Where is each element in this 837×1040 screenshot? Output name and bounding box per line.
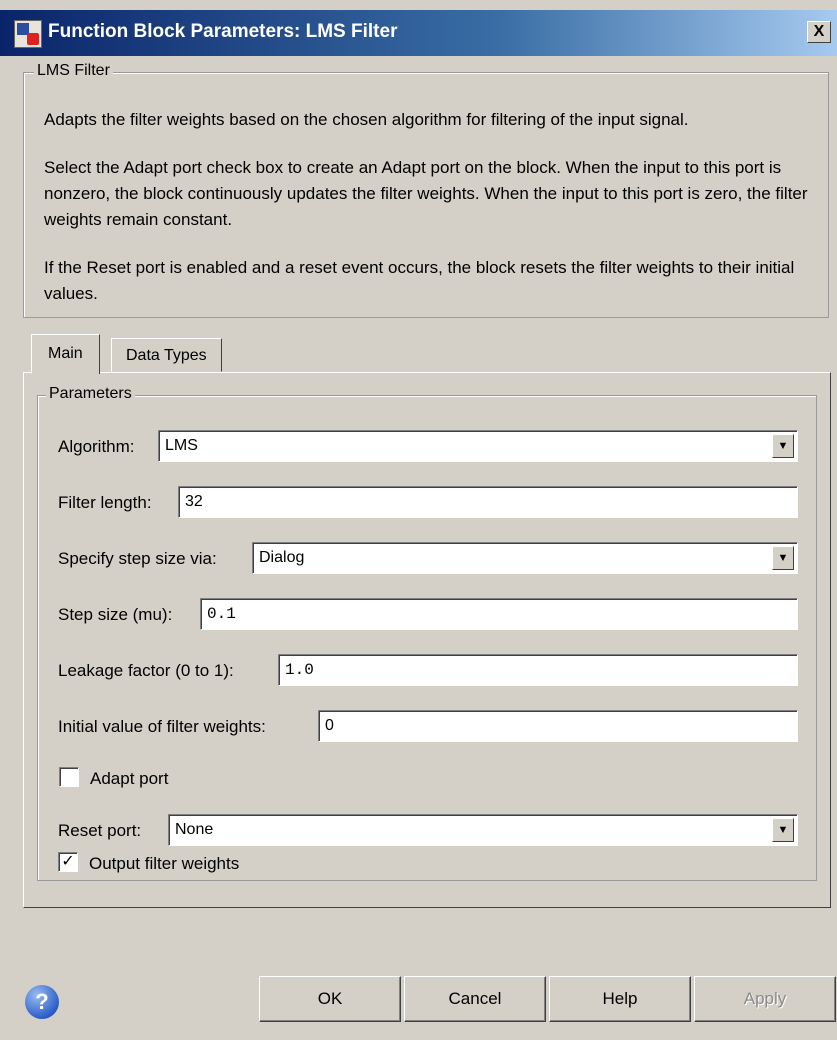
help-button[interactable]: Help — [549, 976, 691, 1022]
description-group-title: LMS Filter — [34, 62, 113, 80]
title-bar: Function Block Parameters: LMS Filter X — [0, 10, 837, 56]
leakage-factor-input[interactable]: 1.0 — [278, 654, 798, 686]
filter-length-label: Filter length: — [58, 493, 152, 512]
ok-button[interactable]: OK — [259, 976, 401, 1022]
description-group: LMS Filter Adapts the filter weights bas… — [23, 62, 829, 318]
output-weights-checkbox[interactable]: ✓ — [58, 852, 78, 872]
adapt-port-checkbox[interactable] — [59, 767, 79, 787]
initial-weights-label: Initial value of filter weights: — [58, 717, 266, 736]
description-paragraph: If the Reset port is enabled and a reset… — [44, 258, 795, 303]
description-text: Adapts the filter weights based on the c… — [44, 107, 824, 329]
output-weights-row[interactable]: ✓ Output filter weights — [57, 847, 357, 881]
output-weights-label: Output filter weights — [89, 854, 240, 873]
main-tab-panel: Parameters Algorithm: LMS ▼ Filter lengt… — [23, 372, 831, 908]
chevron-down-icon[interactable]: ▼ — [772, 818, 794, 842]
step-size-via-label: Specify step size via: — [58, 549, 217, 568]
close-button[interactable]: X — [807, 21, 831, 43]
algorithm-select[interactable]: LMS ▼ — [158, 430, 798, 462]
initial-weights-input[interactable]: 0 — [318, 710, 798, 742]
cancel-button[interactable]: Cancel — [404, 976, 546, 1022]
reset-port-row: Reset port: None ▼ — [58, 814, 798, 848]
step-size-row: Step size (mu): 0.1 — [58, 598, 798, 632]
step-size-via-value: Dialog — [259, 549, 305, 566]
adapt-port-row[interactable]: Adapt port — [58, 762, 358, 796]
filter-length-row: Filter length: 32 — [58, 486, 798, 520]
description-paragraph: Select the Adapt port check box to creat… — [44, 158, 808, 229]
algorithm-label: Algorithm: — [58, 437, 135, 456]
tab-data-types[interactable]: Data Types — [111, 338, 222, 372]
initial-weights-row: Initial value of filter weights: 0 — [58, 710, 798, 744]
parameters-group-title: Parameters — [46, 385, 135, 403]
reset-port-select[interactable]: None ▼ — [168, 814, 798, 846]
description-paragraph: Adapts the filter weights based on the c… — [44, 110, 689, 129]
leakage-factor-label: Leakage factor (0 to 1): — [58, 661, 234, 680]
step-size-via-select[interactable]: Dialog ▼ — [252, 542, 798, 574]
help-question-icon[interactable]: ? — [25, 985, 59, 1019]
algorithm-value: LMS — [165, 437, 198, 454]
simulink-app-icon — [14, 20, 42, 48]
algorithm-row: Algorithm: LMS ▼ — [58, 430, 798, 464]
chevron-down-icon[interactable]: ▼ — [772, 434, 794, 458]
step-size-input[interactable]: 0.1 — [200, 598, 798, 630]
step-size-label: Step size (mu): — [58, 605, 173, 624]
function-block-parameters-dialog: Function Block Parameters: LMS Filter X … — [0, 0, 837, 1040]
tab-main[interactable]: Main — [31, 334, 100, 374]
parameters-group: Parameters Algorithm: LMS ▼ Filter lengt… — [37, 385, 817, 881]
filter-length-input[interactable]: 32 — [178, 486, 798, 518]
reset-port-value: None — [175, 821, 214, 838]
leakage-factor-row: Leakage factor (0 to 1): 1.0 — [58, 654, 798, 688]
apply-button[interactable]: Apply — [694, 976, 836, 1022]
reset-port-label: Reset port: — [58, 821, 142, 840]
adapt-port-label: Adapt port — [90, 769, 169, 788]
window-title: Function Block Parameters: LMS Filter — [48, 21, 398, 42]
chevron-down-icon[interactable]: ▼ — [772, 546, 794, 570]
step-size-via-row: Specify step size via: Dialog ▼ — [58, 542, 798, 576]
